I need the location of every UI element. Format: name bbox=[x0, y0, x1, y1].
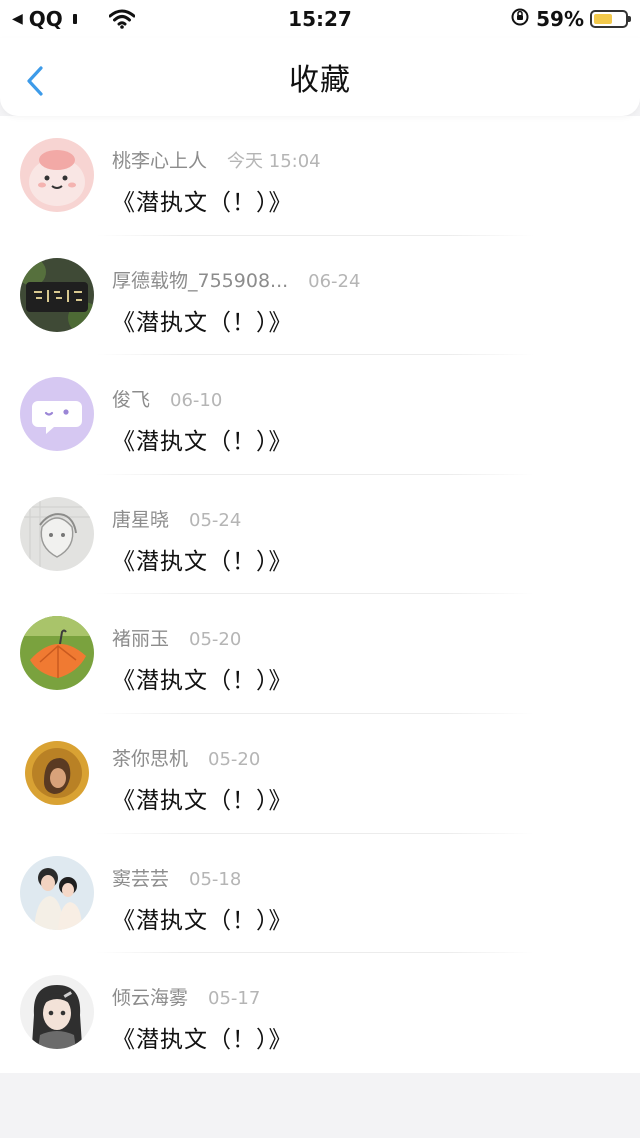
favorite-title: 《潜执文（！）》 bbox=[112, 1027, 293, 1054]
favorite-item[interactable]: 桃李心上人 今天 15:04 《潜执文（！）》 bbox=[0, 116, 640, 236]
favorite-item[interactable]: 唐星晓 05-24 《潜执文（！）》 bbox=[0, 475, 640, 595]
meta-line: 厚德载物_755908... 06-24 bbox=[112, 266, 360, 293]
nav-bar: 收藏 bbox=[0, 38, 640, 116]
wifi-icon bbox=[108, 9, 135, 29]
favorite-date: 05-18 bbox=[189, 868, 242, 890]
avatar[interactable] bbox=[20, 616, 94, 691]
favorite-title: 《潜执文（！）》 bbox=[112, 787, 293, 814]
favorite-item[interactable]: 倾云海雾 05-17 《潜执文（！）》 bbox=[0, 953, 640, 1073]
back-button[interactable] bbox=[22, 64, 48, 98]
favorite-title: 《潜执文（！）》 bbox=[112, 668, 293, 695]
avatar[interactable] bbox=[20, 735, 94, 810]
battery-percent: 59% bbox=[536, 7, 584, 31]
favorite-date: 05-20 bbox=[189, 629, 242, 651]
meta-line: 窦芸芸 05-18 bbox=[112, 864, 293, 891]
author-name: 俊飞 bbox=[112, 389, 151, 412]
battery-icon bbox=[590, 10, 631, 28]
meta-line: 茶你思机 05-20 bbox=[112, 744, 293, 771]
favorite-date: 06-10 bbox=[170, 390, 223, 412]
favorite-item[interactable]: 厚德载物_755908... 06-24 《潜执文（！）》 bbox=[0, 236, 640, 356]
author-name: 茶你思机 bbox=[112, 747, 189, 770]
signal-icon bbox=[72, 14, 77, 24]
favorite-item[interactable]: 窦芸芸 05-18 《潜执文（！）》 bbox=[0, 834, 640, 954]
favorite-title: 《潜执文（！）》 bbox=[112, 429, 293, 456]
item-text: 厚德载物_755908... 06-24 《潜执文（！）》 bbox=[112, 266, 360, 337]
author-name: 唐星晓 bbox=[112, 508, 170, 531]
meta-line: 倾云海雾 05-17 bbox=[112, 983, 293, 1010]
battery-level bbox=[594, 14, 612, 24]
avatar[interactable] bbox=[20, 138, 94, 212]
meta-line: 桃李心上人 今天 15:04 bbox=[112, 146, 321, 173]
favorite-date: 05-17 bbox=[208, 988, 261, 1010]
author-name: 褚丽玉 bbox=[112, 628, 170, 651]
meta-line: 褚丽玉 05-20 bbox=[112, 624, 293, 651]
item-text: 俊飞 06-10 《潜执文（！）》 bbox=[112, 385, 293, 456]
status-right: 59% bbox=[510, 7, 631, 32]
favorite-date: 今天 15:04 bbox=[227, 151, 321, 172]
favorite-item[interactable]: 俊飞 06-10 《潜执文（！）》 bbox=[0, 355, 640, 475]
chevron-left-icon bbox=[27, 66, 43, 96]
favorite-item[interactable]: 茶你思机 05-20 《潜执文（！）》 bbox=[0, 714, 640, 834]
back-to-app-icon[interactable]: ◀ bbox=[12, 11, 23, 27]
item-text: 唐星晓 05-24 《潜执文（！）》 bbox=[112, 505, 293, 576]
favorite-title: 《潜执文（！）》 bbox=[112, 190, 293, 216]
favorite-title: 《潜执文（！）》 bbox=[112, 548, 293, 575]
author-name: 窦芸芸 bbox=[112, 867, 170, 890]
avatar[interactable] bbox=[20, 975, 94, 1050]
favorite-date: 05-20 bbox=[208, 748, 261, 770]
favorite-title: 《潜执文（！）》 bbox=[112, 309, 293, 336]
back-to-app-label[interactable]: QQ bbox=[29, 7, 63, 31]
orientation-lock-icon bbox=[510, 7, 530, 32]
favorite-date: 06-24 bbox=[308, 270, 361, 292]
favorite-date: 05-24 bbox=[189, 509, 242, 531]
meta-line: 唐星晓 05-24 bbox=[112, 505, 293, 532]
page-title: 收藏 bbox=[289, 63, 351, 98]
avatar[interactable] bbox=[20, 377, 94, 452]
status-left: ◀ QQ bbox=[12, 7, 135, 31]
item-text: 窦芸芸 05-18 《潜执文（！）》 bbox=[112, 864, 293, 935]
avatar[interactable] bbox=[20, 496, 94, 571]
favorites-screen: ◀ QQ 15:27 59% 收藏 桃李心上人 今天 15:04 《潜执文（！）… bbox=[0, 0, 640, 1138]
item-text: 褚丽玉 05-20 《潜执文（！）》 bbox=[112, 624, 293, 695]
favorite-title: 《潜执文（！）》 bbox=[112, 907, 293, 934]
favorites-list: 桃李心上人 今天 15:04 《潜执文（！）》 厚德载物_755908... 0… bbox=[0, 116, 640, 1073]
author-name: 倾云海雾 bbox=[112, 987, 189, 1010]
favorite-item[interactable]: 褚丽玉 05-20 《潜执文（！）》 bbox=[0, 594, 640, 714]
meta-line: 俊飞 06-10 bbox=[112, 385, 293, 412]
author-name: 桃李心上人 bbox=[112, 150, 208, 172]
avatar[interactable] bbox=[20, 855, 94, 930]
item-text: 茶你思机 05-20 《潜执文（！）》 bbox=[112, 744, 293, 815]
status-bar: ◀ QQ 15:27 59% bbox=[0, 0, 640, 38]
item-text: 桃李心上人 今天 15:04 《潜执文（！）》 bbox=[112, 146, 321, 217]
item-text: 倾云海雾 05-17 《潜执文（！）》 bbox=[112, 983, 293, 1054]
empty-footer bbox=[0, 1073, 640, 1138]
avatar[interactable] bbox=[20, 257, 94, 332]
author-name: 厚德载物_755908... bbox=[112, 269, 289, 292]
